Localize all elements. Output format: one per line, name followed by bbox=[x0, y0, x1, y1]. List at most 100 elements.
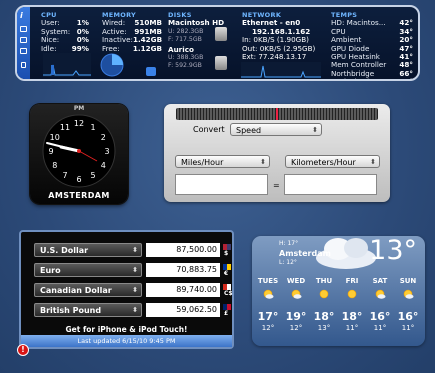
equals-sign: = bbox=[273, 181, 280, 190]
phone-icon[interactable] bbox=[21, 62, 26, 68]
currency-symbol: £ bbox=[224, 310, 229, 317]
currency-amount-input[interactable]: 70,883.75 bbox=[146, 263, 220, 277]
stat-row: Optical Drive 39° bbox=[331, 77, 413, 79]
stat-value: 1.12GB bbox=[132, 43, 162, 53]
sun-cloud-icon bbox=[291, 289, 302, 299]
cpu-section: CPU User: 1% System: 0% Nice: 0% Idle: 99% bbox=[41, 11, 89, 53]
unit-converter-widget[interactable]: Convert Speed Miles/Hour Kilometers/Hour… bbox=[164, 104, 390, 202]
disk-name: Aurico bbox=[168, 44, 194, 54]
clock-numeral: 1 bbox=[90, 123, 95, 132]
folder-icon bbox=[146, 67, 156, 76]
istat-sidebar: i bbox=[17, 7, 30, 79]
clock-numeral: 10 bbox=[50, 133, 60, 142]
clock-face: 12 12 3 45678 9 1011 bbox=[42, 114, 116, 188]
memory-pie-icon bbox=[100, 53, 124, 77]
forecast-low: 13° bbox=[317, 324, 331, 332]
currency-symbol: $ bbox=[224, 250, 229, 257]
world-clock-widget[interactable]: PM 12 1 2 3 4 5 6 7 8 9 10 11 AMSTERDAM bbox=[30, 104, 128, 204]
currency-select[interactable]: U.S. Dollar bbox=[34, 243, 142, 257]
forecast-high: 18° bbox=[341, 310, 363, 323]
currency-amount-input[interactable]: 87,500.00 bbox=[146, 243, 220, 257]
sun-cloud-icon bbox=[403, 289, 414, 299]
clock-numeral: 4 bbox=[101, 161, 106, 170]
currency-row: Canadian Dollar 89,740.00 C$ bbox=[34, 283, 233, 297]
weather-widget[interactable]: H: 17° Amsterdam L: 12° 13° TUES 17° 12° WE… bbox=[252, 236, 425, 346]
cpu-graph bbox=[43, 53, 91, 77]
weather-low: L: 12° bbox=[279, 259, 297, 266]
currency-symbol: € bbox=[224, 270, 229, 277]
forecast-high: 17° bbox=[257, 310, 279, 323]
network-section: NETWORK Ethernet - en0 192.168.1.162 In:… bbox=[242, 11, 328, 61]
network-graph bbox=[241, 62, 321, 78]
to-value-input[interactable] bbox=[284, 174, 377, 195]
clock-numeral: 2 bbox=[101, 133, 106, 142]
clock-numeral: 7 bbox=[62, 171, 67, 180]
from-unit-select[interactable]: Miles/Hour bbox=[175, 155, 270, 169]
clock-ampm: PM bbox=[73, 105, 85, 112]
forecast-low: 12° bbox=[261, 324, 275, 332]
stat-value: 99% bbox=[71, 43, 89, 53]
currency-amount-input[interactable]: 89,740.00 bbox=[146, 283, 220, 297]
from-value-input[interactable] bbox=[175, 174, 268, 195]
stat-row: Idle: 99% bbox=[41, 43, 89, 53]
promo-link[interactable]: Get for iPhone & iPod Touch! bbox=[21, 325, 232, 334]
hard-drive-icon bbox=[215, 56, 227, 70]
layout-icon[interactable] bbox=[20, 37, 27, 43]
clock-numeral: 6 bbox=[76, 175, 81, 184]
sun-icon bbox=[319, 289, 329, 299]
forecast-low: 11° bbox=[401, 324, 415, 332]
currency-select[interactable]: British Pound bbox=[34, 303, 142, 317]
info-icon[interactable]: i bbox=[20, 11, 23, 20]
memory-section: MEMORY Wired: 510MB Active: 991MB Inactive: 1… bbox=[102, 11, 162, 53]
forecast-high: 16° bbox=[369, 310, 391, 323]
forecast-day-name: WED bbox=[286, 277, 306, 285]
clock-numeral: 3 bbox=[104, 147, 109, 156]
stat-label: Idle: bbox=[41, 43, 57, 53]
currency-row: U.S. Dollar 87,500.00 $ bbox=[34, 243, 231, 257]
category-select[interactable]: Speed bbox=[230, 123, 322, 137]
last-updated: Last updated 6/15/10 9:45 PM bbox=[21, 335, 232, 347]
forecast-day-name: THU bbox=[315, 277, 333, 285]
grid-icon[interactable] bbox=[20, 48, 27, 54]
sun-icon bbox=[347, 289, 357, 299]
forecast-day-name: FRI bbox=[345, 277, 359, 285]
convert-label: Convert bbox=[193, 125, 225, 134]
currency-row: British Pound 59,062.50 £ bbox=[34, 303, 231, 317]
currency-select[interactable]: Euro bbox=[34, 263, 142, 277]
sun-cloud-icon bbox=[375, 289, 386, 299]
temps-section: TEMPS HD: Macintos... 42° CPU 34° Ambient 20°… bbox=[331, 11, 413, 79]
current-temperature: 13° bbox=[369, 236, 417, 266]
sun-cloud-icon bbox=[263, 289, 274, 299]
clock-numeral: 8 bbox=[52, 161, 57, 170]
weather-high: H: 17° bbox=[279, 240, 299, 247]
stat-label: Optical Drive bbox=[331, 77, 378, 79]
converter-ruler bbox=[176, 108, 378, 120]
clock-numeral: 5 bbox=[90, 171, 95, 180]
currency-converter-widget[interactable]: U.S. Dollar 87,500.00 $ Euro 70,883.75 € Canad… bbox=[19, 230, 234, 349]
clock-numeral: 12 bbox=[74, 119, 84, 128]
clock-numeral: 9 bbox=[48, 147, 53, 156]
hard-drive-icon bbox=[215, 27, 227, 41]
to-unit-select[interactable]: Kilometers/Hour bbox=[285, 155, 380, 169]
forecast-low: 11° bbox=[345, 324, 359, 332]
display-icon[interactable] bbox=[20, 26, 27, 32]
network-external-ip: Ext: 77.248.13.17 bbox=[242, 52, 307, 62]
weather-city: Amsterdam bbox=[279, 249, 331, 258]
forecast-day-name: SUN bbox=[399, 277, 417, 285]
forecast-high: 16° bbox=[397, 310, 419, 323]
currency-amount-input[interactable]: 59,062.50 bbox=[146, 303, 220, 317]
istat-widget[interactable]: i CPU User: 1% System: 0% Nice: 0% Idle: 99% ME… bbox=[15, 5, 420, 81]
forecast-low: 12° bbox=[289, 324, 303, 332]
forecast-day-name: TUES bbox=[257, 277, 279, 285]
forecast-low: 11° bbox=[373, 324, 387, 332]
forecast-high: 18° bbox=[313, 310, 335, 323]
forecast-day-name: SAT bbox=[372, 277, 388, 285]
clock-numeral: 11 bbox=[60, 123, 70, 132]
stat-value: 39° bbox=[399, 77, 413, 79]
currency-row: Euro 70,883.75 € bbox=[34, 263, 231, 277]
forecast-high: 19° bbox=[285, 310, 307, 323]
currency-select[interactable]: Canadian Dollar bbox=[34, 283, 142, 297]
alert-icon[interactable]: ! bbox=[17, 344, 29, 356]
currency-symbol: C$ bbox=[224, 290, 233, 297]
clock-city: AMSTERDAM bbox=[48, 191, 110, 200]
